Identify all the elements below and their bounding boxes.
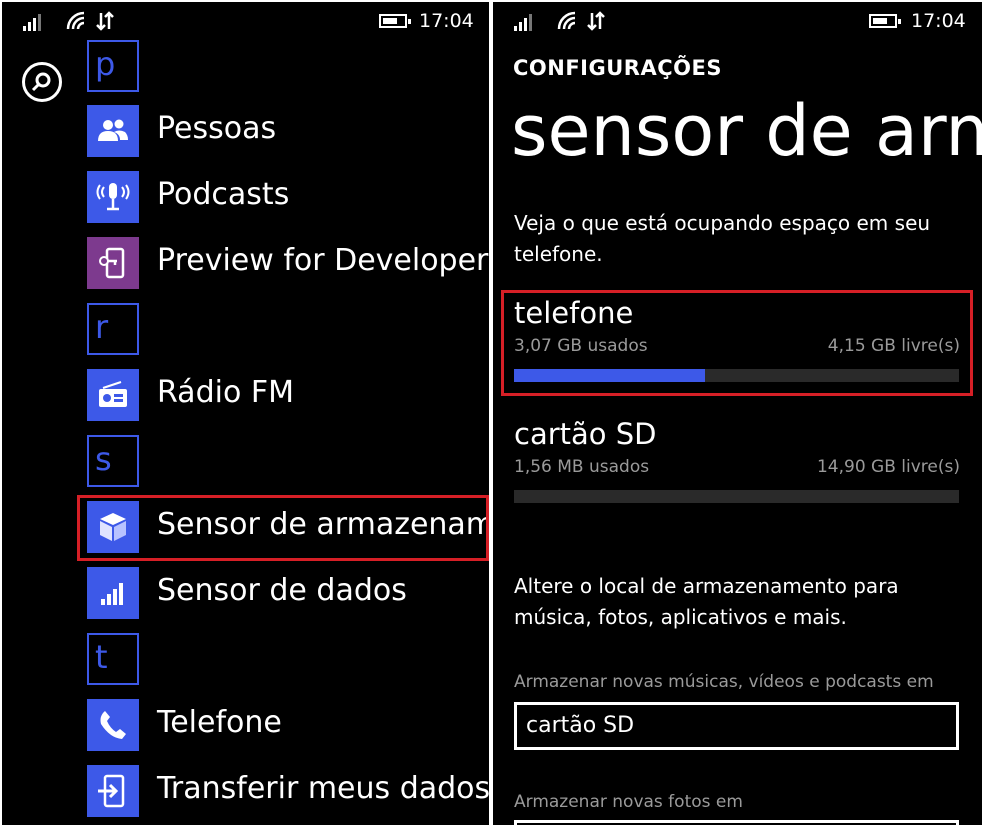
photos-storage-label: Armazenar novas fotos em	[514, 792, 743, 812]
app-label: Preview for Developers	[157, 243, 489, 278]
status-bar: 17:04	[2, 10, 489, 34]
music-storage-select[interactable]: cartão SD	[514, 702, 959, 750]
clock: 17:04	[419, 10, 474, 32]
wifi-icon	[66, 11, 85, 30]
battery-icon	[379, 14, 411, 28]
page-title: sensor de armazenamento	[511, 90, 982, 172]
signal-strength-icon	[23, 14, 41, 31]
highlight-box	[501, 290, 973, 396]
radio-icon	[99, 381, 127, 407]
search-button[interactable]	[22, 62, 62, 102]
app-list-screen: 17:04 p Pessoas Podcasts Preview for Dev…	[2, 2, 489, 825]
change-location-text: Altere o local de armazenamento para mús…	[514, 574, 899, 629]
storage-used: 1,56 MB usados	[514, 457, 650, 477]
battery-icon	[869, 14, 901, 28]
podcast-microphone-icon	[96, 183, 130, 211]
data-sense-icon	[101, 583, 123, 605]
app-label: Sensor de dados	[157, 573, 407, 608]
storage-sense-screen: 17:04 CONFIGURAÇÕES sensor de armazename…	[493, 2, 982, 825]
letter-group-t[interactable]: t	[87, 633, 139, 685]
app-label: Transferir meus dados	[157, 771, 489, 806]
storage-free: 14,90 GB livre(s)	[816, 457, 960, 477]
photos-storage-select[interactable]	[514, 820, 959, 825]
search-icon	[31, 72, 51, 92]
music-storage-label: Armazenar novas músicas, vídeos e podcas…	[514, 672, 934, 692]
data-connection-icon	[587, 11, 605, 31]
phone-icon	[100, 711, 126, 739]
letter-group-p[interactable]: p	[87, 40, 139, 92]
letter-group-r[interactable]: r	[87, 303, 139, 355]
data-connection-icon	[96, 11, 114, 31]
app-label: Podcasts	[157, 177, 290, 212]
status-bar: 17:04	[493, 10, 982, 34]
storage-name: cartão SD	[514, 417, 657, 451]
storage-usage-bar	[514, 490, 959, 503]
letter-group-s[interactable]: s	[87, 435, 139, 487]
intro-text: Veja o que está ocupando espaço em seu t…	[514, 211, 931, 266]
settings-header: CONFIGURAÇÕES	[513, 56, 722, 80]
people-icon	[98, 119, 128, 141]
app-label: Rádio FM	[157, 375, 294, 410]
app-label: Pessoas	[157, 111, 277, 146]
highlight-box	[77, 495, 489, 561]
app-label: Telefone	[157, 705, 282, 740]
developer-phone-key-icon	[99, 247, 125, 279]
transfer-data-icon	[98, 774, 125, 808]
clock: 17:04	[911, 10, 966, 32]
wifi-icon	[557, 11, 576, 30]
signal-strength-icon	[514, 14, 532, 31]
